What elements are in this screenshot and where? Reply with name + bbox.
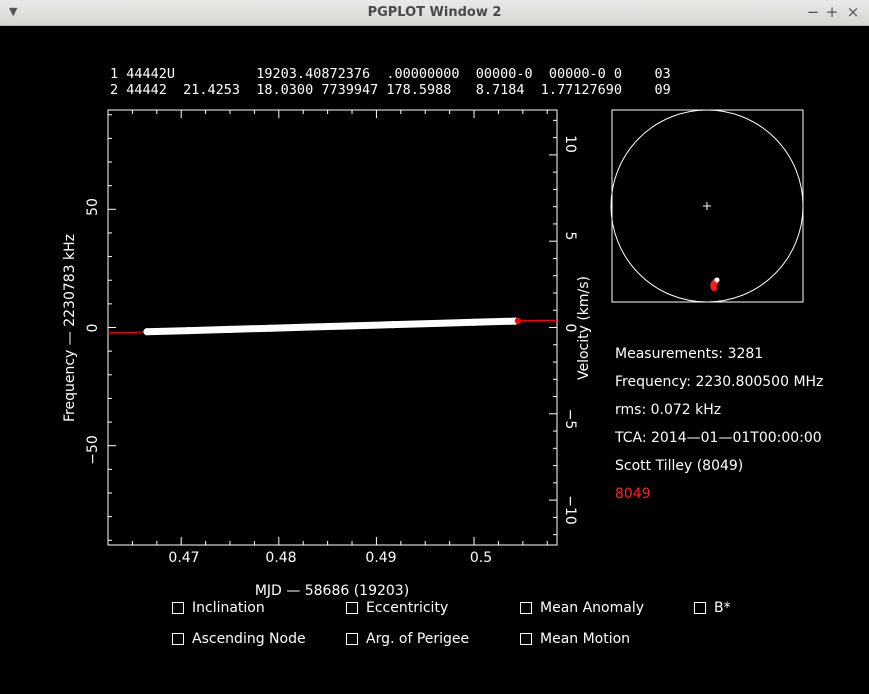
y-right-tick-label-0: 10: [562, 135, 578, 153]
mean-anomaly-checkbox[interactable]: Mean Anomaly: [520, 600, 644, 616]
eccentricity-checkbox[interactable]: Eccentricity: [346, 600, 448, 616]
y-right-tick-label-1: 5: [562, 232, 578, 241]
model-curve-left: [108, 331, 148, 334]
data-marks: [108, 317, 557, 336]
minimize-icon[interactable]: −: [805, 3, 821, 21]
eccentricity-label: Eccentricity: [366, 600, 449, 616]
ascending-node-checkbox[interactable]: Ascending Node: [172, 631, 306, 647]
x-tick-label-1: 0.48: [265, 550, 296, 566]
measurement-point: [389, 321, 397, 329]
checkbox-box[interactable]: [694, 602, 706, 614]
mean-motion-checkbox[interactable]: Mean Motion: [520, 631, 630, 647]
satellite-position: [714, 277, 720, 283]
measurement-point: [348, 322, 356, 330]
arg-perigee-label: Arg. of Perigee: [366, 631, 470, 647]
y-left-tick-label-1: 0: [85, 324, 101, 333]
checkbox-box[interactable]: [520, 633, 532, 645]
measurement-point: [143, 328, 151, 336]
measurement-point: [429, 319, 437, 328]
mean-motion-label: Mean Motion: [540, 631, 631, 647]
tca-text: TCA: 2014—01—01T00:00:00: [615, 430, 822, 446]
inclination-label: Inclination: [192, 600, 265, 616]
arg-perigee-checkbox[interactable]: Arg. of Perigee: [346, 631, 469, 647]
x-axis-label: MJD — 58686 (19203): [255, 583, 409, 599]
rms-text: rms: 0.072 kHz: [615, 402, 722, 418]
ascending-node-label: Ascending Node: [192, 631, 306, 647]
bstar-label: B*: [714, 600, 731, 616]
frequency-text: Frequency: 2230.800500 MHz: [615, 374, 824, 390]
y-left-tick-label-0: 50: [85, 198, 101, 216]
maximize-icon[interactable]: +: [824, 3, 840, 21]
pgplot-canvas[interactable]: 1 44442U 19203.40872376 .00000000 00000-…: [0, 26, 869, 694]
x-tick-label-3: 0.5: [470, 550, 492, 566]
measurement-point: [307, 323, 315, 331]
checkbox-box[interactable]: [172, 602, 184, 614]
title-bar: ▼ PGPLOT Window 2 − + ×: [0, 0, 869, 26]
checkbox-box[interactable]: [346, 633, 358, 645]
window-title: PGPLOT Window 2: [367, 5, 502, 20]
inclination-checkbox[interactable]: Inclination: [172, 600, 265, 616]
checkbox-box[interactable]: [172, 633, 184, 645]
sky-plot: [610, 109, 804, 303]
y-left-axis-label: Frequency — 2230783 kHz: [62, 234, 78, 422]
mean-anomaly-label: Mean Anomaly: [540, 600, 645, 616]
y-right-axis-label: Velocity (km/s): [576, 276, 592, 380]
bstar-checkbox[interactable]: B*: [694, 600, 731, 616]
x-tick-label-2: 0.49: [365, 550, 396, 566]
measurements-text: Measurements: 3281: [615, 346, 764, 362]
site-id-text: 8049: [615, 486, 651, 502]
measurement-band: [143, 317, 519, 336]
observer-text: Scott Tilley (8049): [615, 458, 744, 474]
measurement-point: [226, 325, 234, 333]
y-left-tick-label-2: −50: [85, 435, 101, 465]
measurement-point: [470, 318, 478, 326]
y-right-tick-label-4: −10: [562, 495, 578, 525]
measurement-point: [185, 326, 193, 335]
x-tick-label-0: 0.47: [168, 550, 199, 566]
checkbox-box[interactable]: [346, 602, 358, 614]
doppler-plot: 0.47 0.48 0.49 0.5 MJD — 58686 (19203) 5…: [62, 109, 804, 599]
checkbox-box[interactable]: [520, 602, 532, 614]
close-icon[interactable]: ×: [845, 3, 861, 21]
selected-point: [514, 317, 522, 325]
y-right-tick-label-3: −5: [562, 409, 578, 430]
measurement-point: [267, 324, 275, 332]
